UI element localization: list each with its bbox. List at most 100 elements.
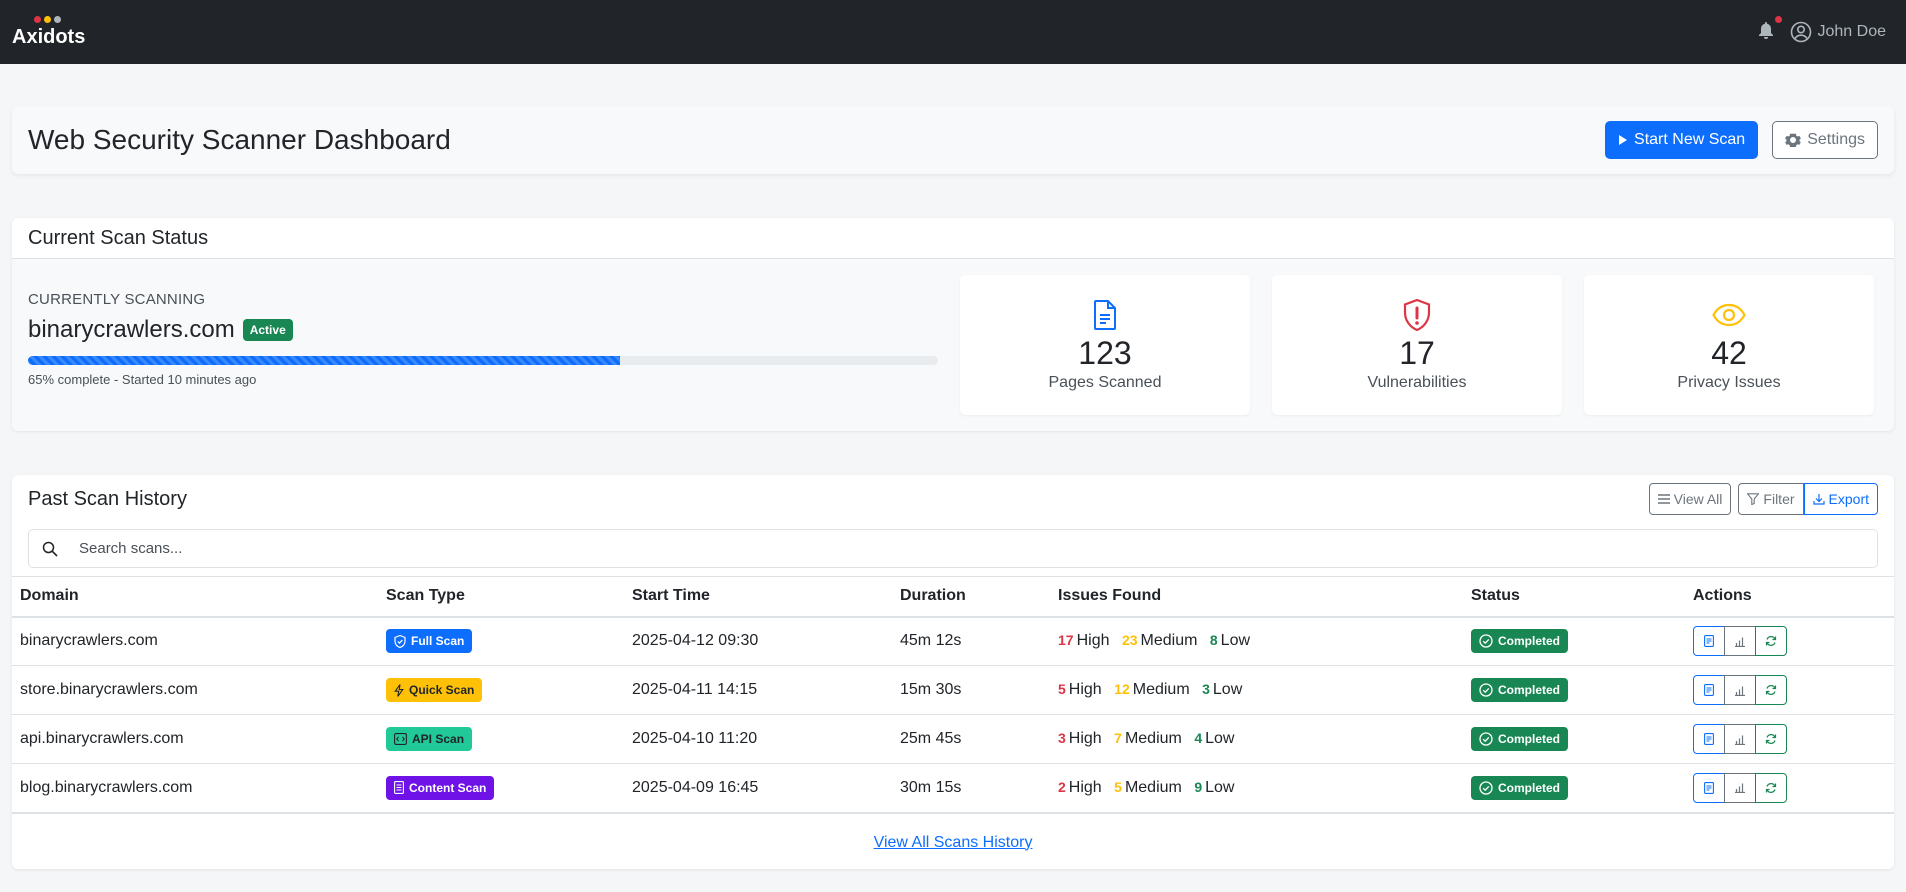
view-stats-button[interactable] — [1724, 772, 1756, 803]
scan-type-label: Full Scan — [411, 634, 465, 649]
status-badge: Completed — [1471, 678, 1569, 702]
view-stats-button[interactable] — [1724, 626, 1756, 657]
start-new-scan-button[interactable]: Start New Scan — [1605, 121, 1759, 159]
status-cell: Completed — [1463, 665, 1685, 715]
list-icon — [1657, 494, 1670, 504]
search-box — [28, 529, 1878, 568]
high-label: High — [1076, 632, 1110, 650]
brand-name: Axidots — [12, 25, 86, 48]
scan-type-badge: Full Scan — [386, 629, 473, 654]
document-icon — [1704, 635, 1714, 648]
header-actions: Start New Scan Settings — [1605, 121, 1878, 159]
start-new-scan-label: Start New Scan — [1634, 131, 1746, 148]
actions-cell — [1685, 763, 1894, 814]
export-button[interactable]: Export — [1803, 483, 1878, 515]
scan-history-title: Past Scan History — [28, 487, 187, 510]
column-header-issues-found[interactable]: Issues Found — [1050, 576, 1463, 618]
scan-progress-fill — [28, 356, 620, 365]
column-header-actions: Actions — [1685, 576, 1894, 618]
play-icon — [1619, 135, 1628, 145]
column-header-start-time[interactable]: Start Time — [624, 576, 892, 618]
low-label: Low — [1212, 681, 1243, 698]
duration-cell: 15m 30s — [892, 665, 1050, 715]
status-cell: Completed — [1463, 714, 1685, 764]
bell-icon — [1758, 22, 1773, 39]
column-header-domain[interactable]: Domain — [12, 576, 378, 618]
rescan-button[interactable] — [1755, 626, 1787, 657]
notification-button[interactable] — [1758, 16, 1782, 42]
shield-alert-icon — [1403, 298, 1431, 332]
bar-chart-icon — [1735, 686, 1745, 696]
rescan-button[interactable] — [1755, 675, 1787, 705]
user-menu[interactable]: John Doe — [1790, 21, 1886, 43]
scan-history-header: Past Scan History View All Filter Export — [12, 475, 1894, 523]
table-row[interactable]: blog.binarycrawlers.com Content Scan 202… — [12, 763, 1894, 814]
nav-right: John Doe — [1758, 16, 1886, 43]
table-header-row: Domain Scan Type Start Time Duration Iss… — [12, 576, 1894, 618]
scan-type-label: API Scan — [412, 732, 465, 746]
scan-progress-text: 65% complete - Started 10 minutes ago — [28, 372, 257, 387]
settings-button[interactable]: Settings — [1772, 121, 1878, 159]
scan-progress-bar — [28, 356, 938, 365]
view-report-button[interactable] — [1693, 675, 1725, 705]
view-report-button[interactable] — [1693, 724, 1725, 754]
low-count: 3 — [1202, 681, 1210, 697]
status-label: Completed — [1498, 683, 1561, 697]
refresh-icon — [1765, 636, 1777, 647]
scan-type-badge: API Scan — [386, 727, 473, 751]
view-report-button[interactable] — [1693, 626, 1725, 657]
check-circle-icon — [1479, 781, 1493, 795]
table-row[interactable]: store.binarycrawlers.com Quick Scan 2025… — [12, 665, 1894, 715]
rescan-button[interactable] — [1755, 772, 1787, 803]
status-label: Completed — [1498, 780, 1561, 795]
download-icon — [1812, 494, 1825, 505]
medium-count: 5 — [1114, 778, 1122, 795]
shield-check-icon — [394, 634, 406, 648]
current-scan-body: CURRENTLY SCANNING binarycrawlers.com Ac… — [12, 259, 1894, 431]
table-row[interactable]: binarycrawlers.com Full Scan 2025-04-12 … — [12, 616, 1894, 666]
high-count: 5 — [1058, 681, 1066, 697]
high-label: High — [1068, 730, 1102, 747]
history-footer: View All Scans History — [12, 814, 1894, 852]
scan-label: CURRENTLY SCANNING — [28, 291, 206, 308]
code-icon — [394, 733, 407, 745]
column-header-scan-type[interactable]: Scan Type — [378, 576, 624, 618]
status-badge: Completed — [1471, 727, 1569, 751]
column-header-duration[interactable]: Duration — [892, 576, 1050, 618]
main-container: Web Security Scanner Dashboard Start New… — [0, 106, 1906, 869]
scan-history-card: Past Scan History View All Filter Export — [12, 475, 1894, 869]
brand-dots — [34, 15, 85, 23]
rescan-button[interactable] — [1755, 724, 1787, 754]
history-actions: View All Filter Export — [1648, 483, 1878, 515]
table-row[interactable]: api.binarycrawlers.com API Scan 2025-04-… — [12, 714, 1894, 764]
view-all-button[interactable]: View All — [1648, 483, 1732, 515]
filter-export-group: Filter Export — [1738, 483, 1878, 515]
domain-cell: blog.binarycrawlers.com — [12, 763, 378, 814]
view-all-scans-history-link[interactable]: View All Scans History — [874, 834, 1033, 851]
column-header-status[interactable]: Status — [1463, 576, 1685, 618]
scan-type-cell: Content Scan — [378, 763, 624, 814]
lightning-icon — [394, 683, 404, 697]
filter-button[interactable]: Filter — [1738, 483, 1804, 515]
stat-value: 123 — [1078, 335, 1132, 372]
page-title: Web Security Scanner Dashboard — [28, 124, 451, 155]
notification-dot — [1774, 16, 1782, 23]
high-label: High — [1068, 778, 1102, 796]
domain-cell: binarycrawlers.com — [12, 616, 378, 666]
status-badge: Completed — [1471, 629, 1569, 654]
brand-dot-yellow — [44, 15, 51, 23]
medium-label: Medium — [1124, 730, 1182, 747]
view-stats-button[interactable] — [1724, 675, 1756, 705]
brand-dot-red — [34, 15, 41, 23]
stat-privacy-issues: 42 Privacy Issues — [1584, 275, 1874, 415]
scan-domain-row: binarycrawlers.com Active — [28, 316, 938, 344]
brand[interactable]: Axidots — [12, 15, 86, 49]
view-report-button[interactable] — [1693, 772, 1725, 803]
search-input[interactable] — [71, 530, 1877, 567]
high-label: High — [1068, 681, 1102, 698]
brand-dot-gray — [54, 15, 61, 23]
high-count: 2 — [1058, 778, 1066, 795]
view-stats-button[interactable] — [1724, 724, 1756, 754]
low-count: 9 — [1194, 778, 1203, 795]
stat-pages-scanned: 123 Pages Scanned — [960, 275, 1250, 415]
